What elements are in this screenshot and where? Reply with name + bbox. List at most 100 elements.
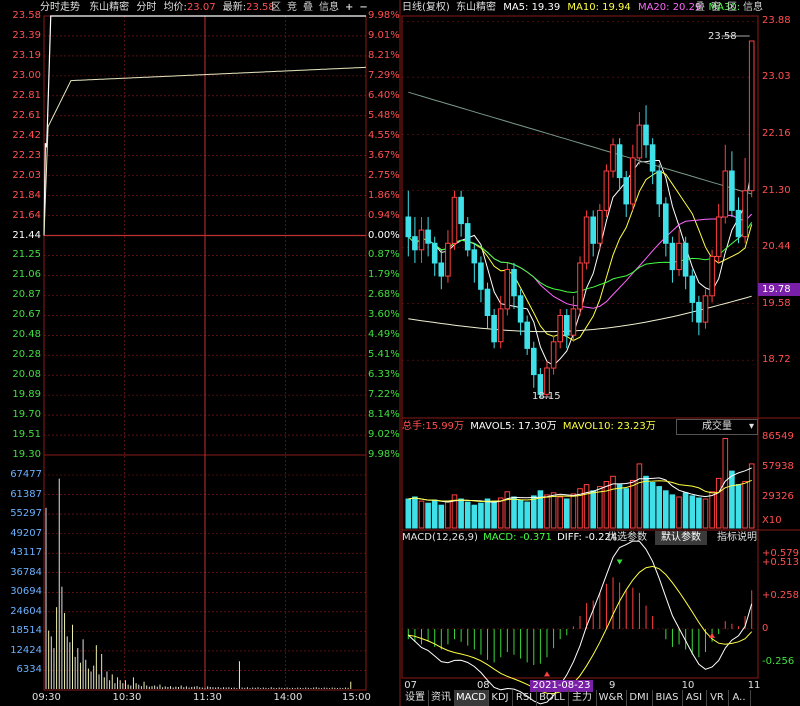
volume-tick: 57938 — [762, 461, 794, 472]
volume-tick: X10 — [762, 515, 782, 526]
volume-bar — [537, 490, 544, 529]
volume-tick: 49207 — [10, 527, 42, 539]
tab-2[interactable]: MACD — [454, 690, 489, 706]
kline-window-button[interactable]: 窗 — [708, 0, 724, 16]
kline-price-tick: 20.44 — [762, 241, 791, 253]
indicator-select[interactable]: 成交量 ▾ — [676, 419, 758, 435]
kline-price-tick: 22.16 — [762, 128, 791, 140]
ma5-value: MA5: 19.39 — [503, 2, 561, 13]
volume-bar — [735, 484, 742, 529]
volume-bar — [471, 504, 478, 529]
macd-tick: 0 — [762, 622, 769, 634]
volume-bar — [418, 500, 425, 529]
candle-body — [656, 170, 663, 205]
volume-tick: 67477 — [10, 469, 42, 480]
tab-9[interactable]: BIAS — [652, 690, 683, 706]
price-tick: 22.61 — [12, 109, 41, 121]
volume-bar — [689, 495, 696, 529]
kline-price-tick: 21.30 — [762, 184, 791, 196]
volume-bar — [524, 501, 531, 529]
candle-body — [689, 275, 696, 303]
mavol5-line — [408, 467, 752, 503]
volume-bar — [497, 497, 504, 529]
ma20-line — [407, 213, 753, 309]
volume-bar — [550, 492, 557, 529]
macd-tick: -0.256 — [762, 655, 795, 667]
macd-value: MACD: -0.371 — [483, 532, 552, 543]
percent-tick: 8.14% — [368, 409, 400, 421]
volume-bar — [445, 500, 451, 529]
indicator-help-button[interactable]: 指标说明 — [714, 531, 760, 545]
volume-bar — [491, 500, 497, 529]
intraday-chart[interactable] — [0, 0, 400, 706]
volume-tick: 55297 — [10, 508, 42, 520]
price-tick: 21.64 — [12, 209, 41, 221]
tab-3[interactable]: KDJ — [488, 690, 513, 706]
volume-bar — [478, 502, 484, 529]
volume-tick: 86549 — [762, 431, 794, 442]
candle-body — [715, 216, 722, 257]
volume-bar — [531, 495, 537, 529]
price-tick: 23.00 — [12, 69, 41, 81]
tab-11[interactable]: VR — [706, 690, 729, 706]
price-tick: 21.44 — [12, 229, 41, 241]
volume-bar — [517, 499, 524, 529]
volume-tick: 6334 — [16, 664, 42, 676]
candle-body — [531, 347, 537, 376]
default-params-button[interactable]: 默认参数 — [655, 531, 707, 545]
volume-bar — [729, 470, 735, 529]
kline-title[interactable]: 日线(复权) — [402, 2, 450, 13]
tab-4[interactable]: RSI — [512, 690, 537, 706]
macd-tick: +0.258 — [762, 589, 800, 601]
volume-bar — [458, 498, 464, 529]
kline-header: 日线(复权) 东山精密 MA5: 19.39 MA10: 19.94 MA20:… — [402, 0, 740, 16]
indicator-select-value: 成交量 — [702, 421, 732, 432]
candle-body — [557, 315, 564, 343]
candle-body — [511, 269, 517, 297]
volume-bar — [643, 475, 649, 529]
volume-bar — [630, 479, 636, 529]
candle-body — [676, 242, 682, 271]
kline-toolbar: 叠窗区信息 — [692, 0, 766, 16]
tab-6[interactable]: 主力 — [568, 690, 597, 706]
volume-tick: 43117 — [10, 547, 42, 559]
candle-body — [610, 144, 616, 172]
tab-8[interactable]: DMI — [626, 690, 653, 706]
optimal-params-button[interactable]: 优选参数 — [604, 531, 650, 545]
tab-5[interactable]: BOLL — [536, 690, 569, 706]
percent-tick: 3.60% — [368, 309, 400, 321]
volume-bar — [636, 463, 643, 529]
macd-tick: +0.513 — [762, 556, 800, 568]
percent-tick: 2.68% — [368, 289, 400, 301]
mavol10-line — [408, 479, 752, 503]
tab-12[interactable]: A.. — [728, 690, 751, 706]
kline-price-tick: 18.72 — [762, 354, 791, 366]
kline-overlay-button[interactable]: 叠 — [692, 0, 708, 16]
candle-body — [709, 255, 715, 297]
tab-0[interactable]: 设置 — [402, 690, 429, 706]
high-price-label: 23.58 — [708, 31, 737, 42]
candle-body — [649, 144, 656, 172]
volume-bar — [464, 501, 471, 529]
volume-bar — [623, 488, 630, 529]
percent-tick: 4.49% — [368, 329, 400, 341]
candle-body — [425, 229, 431, 244]
percent-tick: 5.41% — [368, 349, 400, 361]
buy-signal-icon — [543, 671, 550, 677]
buy-signal-icon — [709, 632, 716, 638]
tab-1[interactable]: 资讯 — [428, 690, 455, 706]
candle-body — [464, 223, 471, 251]
candle-body — [471, 249, 478, 264]
percent-tick: 0.00% — [368, 229, 400, 241]
candle-body — [583, 216, 590, 264]
volume-tick: 12424 — [10, 644, 42, 656]
price-tick: 22.23 — [12, 149, 41, 161]
tab-7[interactable]: W&R — [596, 690, 627, 706]
candle-body — [636, 124, 643, 159]
price-tick: 23.58 — [12, 10, 41, 21]
price-tick: 20.28 — [12, 349, 41, 361]
kline-info-button[interactable]: 信息 — [740, 0, 766, 16]
tab-10[interactable]: ASI — [682, 690, 707, 706]
kline-range-button[interactable]: 区 — [724, 0, 740, 16]
volume-bar — [702, 498, 709, 529]
